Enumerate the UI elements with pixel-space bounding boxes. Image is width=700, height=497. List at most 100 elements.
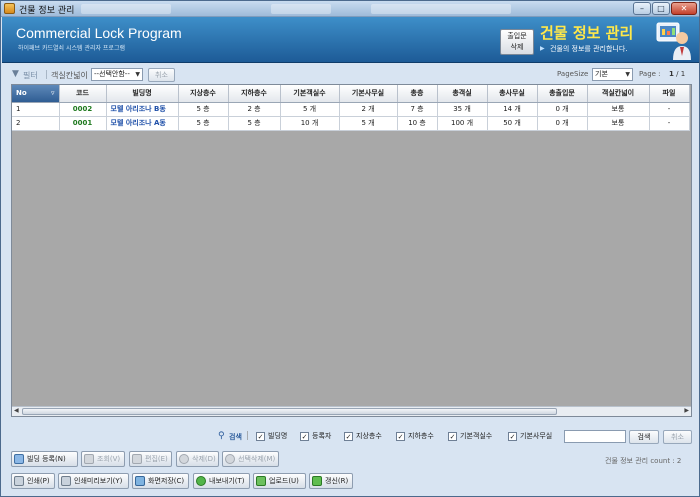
cell-above-floors: 5 층 (178, 116, 229, 131)
scroll-left-icon[interactable]: ◀ (14, 407, 19, 414)
separator: | (246, 431, 250, 441)
cell-code: 0001 (59, 116, 107, 131)
col-header-above-floors[interactable]: 지상층수 (178, 85, 229, 103)
page-title: 건물 정보 관리 (540, 24, 634, 42)
horizontal-scrollbar[interactable]: ◀ ▶ (12, 406, 691, 416)
col-header-total-offices[interactable]: 총사무실 (487, 85, 538, 103)
table-row[interactable]: 2 0001 모텔 아리조나 A동 5 층 5 층 10 개 5 개 10 층 … (12, 116, 690, 131)
col-header-room-size[interactable]: 객실칸넓이 (587, 85, 650, 103)
search-option-above-floors[interactable]: ✓ 지상층수 (344, 431, 382, 441)
export-button[interactable]: 내보내기(T) (193, 473, 250, 489)
arrow-icon: ▶ (540, 45, 545, 52)
building-add-icon (14, 454, 24, 464)
col-header-building-name[interactable]: 빌딩명 (106, 85, 179, 103)
col-header-total-floors[interactable]: 총층 (397, 85, 438, 103)
maximize-button[interactable]: □ (652, 2, 670, 15)
vacancy-label: 객실칸넓이 (51, 71, 88, 80)
table-header-row: No ▿ 코드 빌딩명 지상층수 지하층수 기본객실수 기본사무실 총층 총객실 … (12, 85, 690, 103)
delete-door-button[interactable]: 출입문 삭제 (500, 29, 534, 55)
refresh-icon (312, 476, 322, 486)
search-option-base-offices[interactable]: ✓ 기본사무실 (508, 431, 552, 441)
col-header-code[interactable]: 코드 (59, 85, 107, 103)
cell-room-size: 보통 (587, 102, 650, 117)
cell-file: - (649, 102, 690, 117)
save-screen-button[interactable]: 화면저장(C) (132, 473, 189, 489)
separator: | (45, 70, 49, 80)
cell-building-name: 모텔 아리조나 B동 (106, 102, 179, 117)
delete-icon (179, 454, 189, 464)
cell-room-size: 보통 (587, 116, 650, 131)
option-label: 등록자 (312, 432, 332, 440)
minimize-button[interactable]: – (633, 2, 651, 15)
page-indicator: 1 / 1 (669, 70, 685, 78)
page-total: / 1 (676, 70, 686, 78)
pagesize-select[interactable]: 기본 ▼ (592, 68, 633, 81)
checkbox-checked-icon[interactable]: ✓ (256, 431, 265, 441)
col-header-base-offices[interactable]: 기본사무실 (339, 85, 398, 103)
filter-label: 필터 (23, 71, 38, 80)
scroll-right-icon[interactable]: ▶ (684, 407, 689, 414)
search-input[interactable] (564, 430, 626, 443)
search-option-building-name[interactable]: ✓ 빌딩명 (256, 431, 287, 441)
filter-icon: ▼ (12, 69, 19, 79)
upload-button[interactable]: 업로드(U) (253, 473, 306, 489)
table-row[interactable]: 1 0002 모텔 아리조나 B동 5 층 2 층 5 개 2 개 7 층 35… (12, 102, 690, 117)
col-header-no[interactable]: No ▿ (12, 85, 60, 103)
search-option-base-rooms[interactable]: ✓ 기본객실수 (448, 431, 492, 441)
delete-door-line2: 삭제 (510, 43, 524, 51)
print-preview-icon (61, 476, 71, 486)
print-button[interactable]: 인쇄(P) (11, 473, 55, 489)
option-label: 기본객실수 (460, 432, 493, 440)
program-title: Commercial Lock Program (16, 25, 182, 41)
checkbox-checked-icon[interactable]: ✓ (300, 431, 309, 441)
taskbar-ghost (271, 4, 331, 14)
page-description: 건물의 정보를 관리합니다. (550, 45, 628, 53)
col-header-below-floors[interactable]: 지하층수 (228, 85, 281, 103)
checkbox-checked-icon[interactable]: ✓ (448, 431, 457, 441)
checkbox-checked-icon[interactable]: ✓ (508, 431, 517, 441)
vacancy-select[interactable]: --선택안함-- ▼ (91, 68, 143, 81)
cell-base-rooms: 10 개 (280, 116, 340, 131)
search-option-below-floors[interactable]: ✓ 지하층수 (396, 431, 434, 441)
delete-button[interactable]: 삭제(D) (176, 451, 219, 467)
search-cancel-button[interactable]: 취소 (663, 430, 692, 444)
col-header-file[interactable]: 파일 (649, 85, 690, 103)
building-table: No ▿ 코드 빌딩명 지상층수 지하층수 기본객실수 기본사무실 총층 총객실 … (12, 85, 690, 131)
search-option-registrant[interactable]: ✓ 등록자 (300, 431, 331, 441)
col-header-total-rooms[interactable]: 총객실 (437, 85, 488, 103)
delete-selected-button[interactable]: 선택삭제(M) (222, 451, 279, 467)
cell-above-floors: 5 층 (178, 102, 229, 117)
cell-total-doors: 0 개 (537, 102, 588, 117)
delete-icon (225, 454, 235, 464)
checkbox-checked-icon[interactable]: ✓ (344, 431, 353, 441)
delete-door-line1: 출입문 (507, 32, 527, 40)
col-header-base-rooms[interactable]: 기본객실수 (280, 85, 340, 103)
chevron-down-icon: ▼ (135, 71, 140, 78)
cell-total-floors: 10 층 (397, 116, 438, 131)
scrollbar-thumb[interactable] (22, 408, 557, 415)
vacancy-select-value: --선택안함-- (94, 70, 130, 78)
option-label: 빌딩명 (268, 432, 288, 440)
printer-icon (14, 476, 24, 486)
search-bar: ⚲ 검색 | ✓ 빌딩명 ✓ 등록자 ✓ 지상층수 ✓ 지하층수 ✓ 기본객실수 ✓ 기본사… (213, 429, 693, 445)
print-preview-button[interactable]: 인쇄미리보기(Y) (58, 473, 129, 489)
main-window: 건물 정보 관리 – □ ✕ Commercial Lock Program 하… (0, 0, 700, 497)
program-subtitle: 하이패브 카드열쇠 시스템 관리자 프로그램 (18, 45, 125, 52)
option-label: 지상층수 (356, 432, 382, 440)
taskbar-ghost (371, 4, 511, 14)
renew-button[interactable]: 갱신(R) (309, 473, 353, 489)
checkbox-checked-icon[interactable]: ✓ (396, 431, 405, 441)
building-grid[interactable]: No ▿ 코드 빌딩명 지상층수 지하층수 기본객실수 기본사무실 총층 총객실 … (11, 84, 692, 417)
edit-button[interactable]: 편집(E) (129, 451, 172, 467)
register-building-button[interactable]: 빌딩 등록(N) (11, 451, 78, 467)
option-label: 지하층수 (408, 432, 434, 440)
view-button[interactable]: 조회(V) (81, 451, 125, 467)
record-count: 건물 정보 관리 count : 2 (605, 457, 682, 465)
filter-cancel-button[interactable]: 취소 (148, 68, 175, 82)
filter-bar: ▼ 필터 | 객실칸넓이 --선택안함-- ▼ 취소 PageSize 기본 ▼… (9, 67, 693, 83)
cell-total-offices: 50 개 (487, 116, 538, 131)
close-button[interactable]: ✕ (671, 2, 697, 15)
search-button[interactable]: 검색 (629, 430, 659, 444)
col-header-total-doors[interactable]: 총출입문 (537, 85, 588, 103)
cell-code: 0002 (59, 102, 107, 117)
